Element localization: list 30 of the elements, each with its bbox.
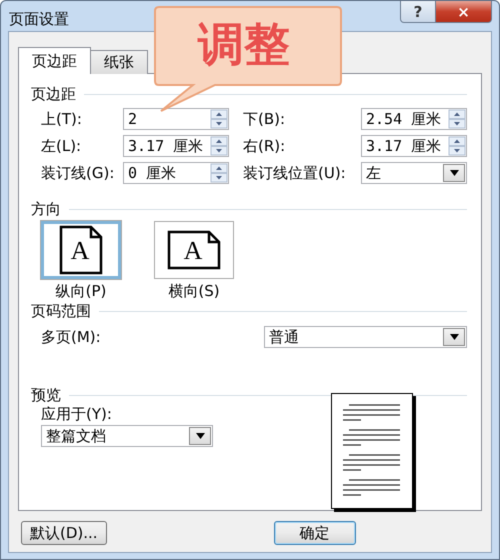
default-button[interactable]: 默认(D)... (21, 521, 107, 545)
field-label: 左(L): (41, 136, 82, 156)
field-label: 装订线(G): (41, 164, 116, 182)
orientation-label: 纵向(P) (56, 282, 106, 301)
dropdown[interactable]: 整篇文档 (41, 425, 213, 447)
dropdown-arrow-icon[interactable] (196, 433, 204, 439)
field-label: 上(T): (41, 110, 83, 128)
close-button[interactable]: × (436, 1, 492, 23)
field-label: 右(R): (243, 136, 286, 156)
callout-text: 调整 (198, 21, 290, 67)
section-heading: 预览 (31, 386, 61, 404)
orientation-label: 横向(S) (168, 282, 220, 301)
dropdown[interactable]: 普通 (264, 326, 467, 348)
dropdown[interactable]: 左 (361, 162, 467, 184)
dropdown-arrow-icon[interactable] (450, 170, 458, 176)
orientation-button[interactable]: A (154, 221, 234, 279)
field-label: 多页(M): (41, 328, 101, 346)
field-label: 装订线位置(U): (243, 164, 347, 182)
window-title: 页面设置 (9, 8, 69, 28)
section-heading: 页码范围 (31, 302, 91, 320)
field-label: 下(B): (243, 110, 286, 128)
orientation-button[interactable]: A (41, 221, 121, 279)
tab[interactable]: 纸张 (90, 50, 148, 74)
help-button[interactable]: ? (400, 1, 436, 23)
tab[interactable]: 页边距 (18, 47, 91, 74)
dropdown-arrow-icon[interactable] (450, 334, 458, 340)
field-label: 应用于(Y): (41, 405, 113, 424)
section-heading: 页边距 (31, 84, 76, 104)
ok-button[interactable]: 确定 (274, 521, 356, 545)
section-heading: 方向 (31, 200, 61, 218)
